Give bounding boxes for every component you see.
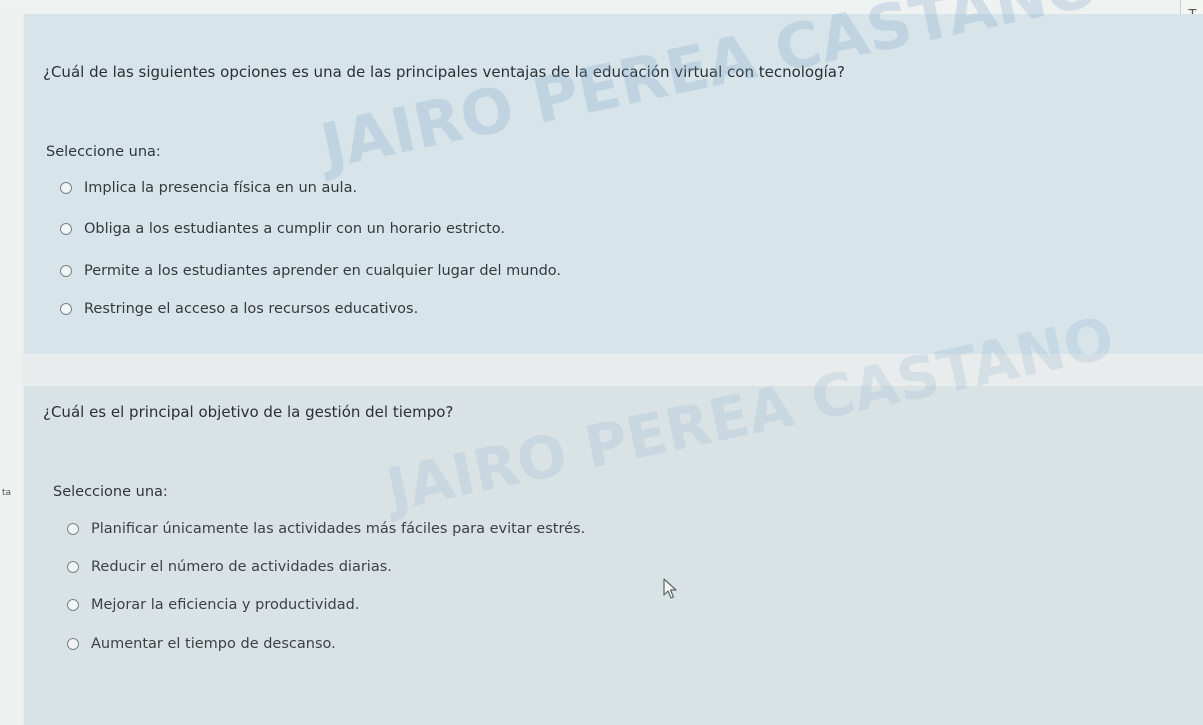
answer-option[interactable]: Permite a los estudiantes aprender en cu…: [60, 263, 561, 279]
top-strip: [0, 0, 1203, 14]
radio-button[interactable]: [60, 303, 72, 315]
answer-option-label: Obliga a los estudiantes a cumplir con u…: [84, 221, 506, 237]
question-card-2: ¿Cuál es el principal objetivo de la ges…: [24, 386, 1203, 725]
radio-button[interactable]: [60, 265, 72, 277]
radio-button[interactable]: [67, 523, 79, 535]
answer-option[interactable]: Mejorar la eficiencia y productividad.: [67, 597, 359, 613]
answer-option-label: Permite a los estudiantes aprender en cu…: [84, 263, 562, 279]
answer-option-label: Aumentar el tiempo de descanso.: [91, 636, 336, 652]
left-sidebar: ta: [0, 14, 22, 725]
answer-option[interactable]: Obliga a los estudiantes a cumplir con u…: [60, 221, 505, 237]
answer-option-label: Mejorar la eficiencia y productividad.: [91, 597, 360, 613]
question-card-1: ¿Cuál de las siguientes opciones es una …: [24, 14, 1203, 354]
question-text: ¿Cuál es el principal objetivo de la ges…: [43, 403, 454, 421]
radio-button[interactable]: [60, 182, 72, 194]
answer-option[interactable]: Planificar únicamente las actividades má…: [67, 521, 585, 537]
sidebar-fragment: ta: [2, 488, 12, 498]
select-one-label: Seleccione una:: [46, 144, 161, 160]
select-one-label: Seleccione una:: [53, 484, 168, 500]
question-separator: [22, 354, 1203, 386]
radio-button[interactable]: [67, 599, 79, 611]
answer-option[interactable]: Implica la presencia física en un aula.: [60, 180, 357, 196]
answer-option-label: Implica la presencia física en un aula.: [84, 180, 358, 196]
answer-option[interactable]: Reducir el número de actividades diarias…: [67, 559, 392, 575]
answer-option-label: Planificar únicamente las actividades má…: [91, 521, 586, 537]
mouse-cursor-icon: [663, 578, 679, 604]
radio-button[interactable]: [60, 223, 72, 235]
question-text: ¿Cuál de las siguientes opciones es una …: [43, 63, 845, 81]
answer-option-label: Reducir el número de actividades diarias…: [91, 559, 392, 575]
radio-button[interactable]: [67, 561, 79, 573]
radio-button[interactable]: [67, 638, 79, 650]
answer-option[interactable]: Aumentar el tiempo de descanso.: [67, 636, 336, 652]
answer-option[interactable]: Restringe el acceso a los recursos educa…: [60, 301, 418, 317]
answer-option-label: Restringe el acceso a los recursos educa…: [84, 301, 419, 317]
